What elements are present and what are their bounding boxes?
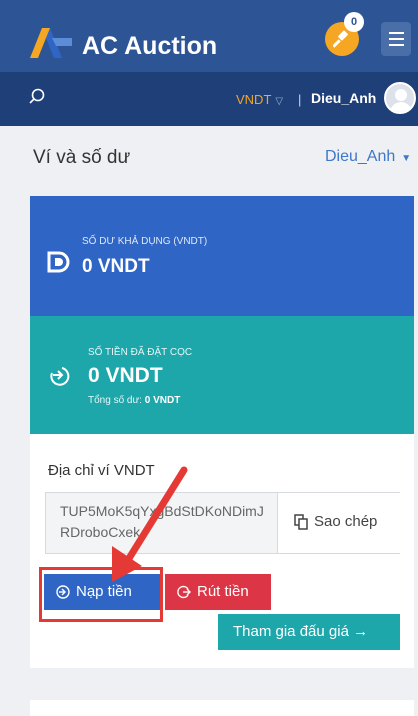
deposit-circle-arrow-icon: [50, 367, 70, 386]
page-title: Ví và số dư: [33, 147, 131, 168]
withdraw-arrow-icon: [177, 585, 191, 599]
deposit-held-value: 0 VNDT: [88, 364, 163, 387]
balance-value: 0 VNDT: [82, 256, 150, 277]
next-card: [30, 700, 414, 716]
deposit-held-label: SỐ TIỀN ĐÃ ĐẶT CỌC: [88, 347, 193, 358]
wallet-address-value[interactable]: TUP5MoK5qYxgBdStDKoNDimJRDroboCxek: [60, 501, 270, 543]
notification-badge: 0: [344, 12, 364, 32]
currency-label: VNDT: [236, 92, 272, 107]
search-icon[interactable]: [28, 88, 46, 106]
available-balance-panel: SỐ DƯ KHẢ DỤNG (VNDT) 0 VNDT: [30, 196, 414, 316]
username-link[interactable]: Dieu_Anh: [311, 90, 376, 106]
wallet-address-label: Địa chỉ ví VNDT: [48, 462, 155, 479]
menu-line: [389, 44, 404, 46]
currency-dropdown[interactable]: VNDT ▽: [236, 92, 283, 107]
total-balance-value: 0 VNDT: [144, 395, 181, 406]
account-dropdown[interactable]: Dieu_Anh ▼: [325, 148, 411, 166]
menu-line: [389, 38, 404, 40]
user-subbar: VNDT ▽ | Dieu_Anh: [0, 72, 418, 126]
gavel-icon: [333, 30, 348, 48]
balance-label: SỐ DƯ KHẢ DỤNG (VNDT): [82, 236, 208, 247]
avatar[interactable]: [384, 82, 416, 114]
wallet-address-box: TUP5MoK5qYxgBdStDKoNDimJRDroboCxek Sao c…: [45, 492, 401, 554]
annotation-highlight-box: [39, 567, 163, 622]
ac-auction-logo-icon[interactable]: [30, 28, 72, 58]
total-balance-label: Tổng số dư:: [88, 395, 142, 406]
join-auction-button[interactable]: Tham gia đấu giá →: [218, 614, 400, 650]
caret-down-icon: ▼: [401, 153, 412, 164]
separator: |: [298, 92, 302, 107]
avatar-head: [395, 89, 407, 101]
withdraw-label: Rút tiền: [197, 583, 249, 600]
copy-address-button[interactable]: Sao chép: [277, 493, 401, 553]
copy-icon: [294, 514, 308, 530]
total-balance: Tổng số dư: 0 VNDT: [88, 395, 180, 406]
hamburger-menu-button[interactable]: [381, 22, 411, 56]
chevron-down-icon: ▽: [275, 96, 284, 107]
menu-line: [389, 32, 404, 34]
app-name[interactable]: AC Auction: [82, 32, 217, 61]
deposit-held-panel: SỐ TIỀN ĐÃ ĐẶT CỌC 0 VNDT Tổng số dư: 0 …: [30, 316, 414, 434]
join-auction-label: Tham gia đấu giá →: [233, 623, 369, 640]
copy-label: Sao chép: [314, 513, 378, 530]
withdraw-button[interactable]: Rút tiền: [165, 574, 271, 610]
balance-icon: [47, 251, 70, 273]
account-label: Dieu_Anh: [325, 148, 396, 165]
top-navbar: AC Auction 0: [0, 0, 418, 72]
